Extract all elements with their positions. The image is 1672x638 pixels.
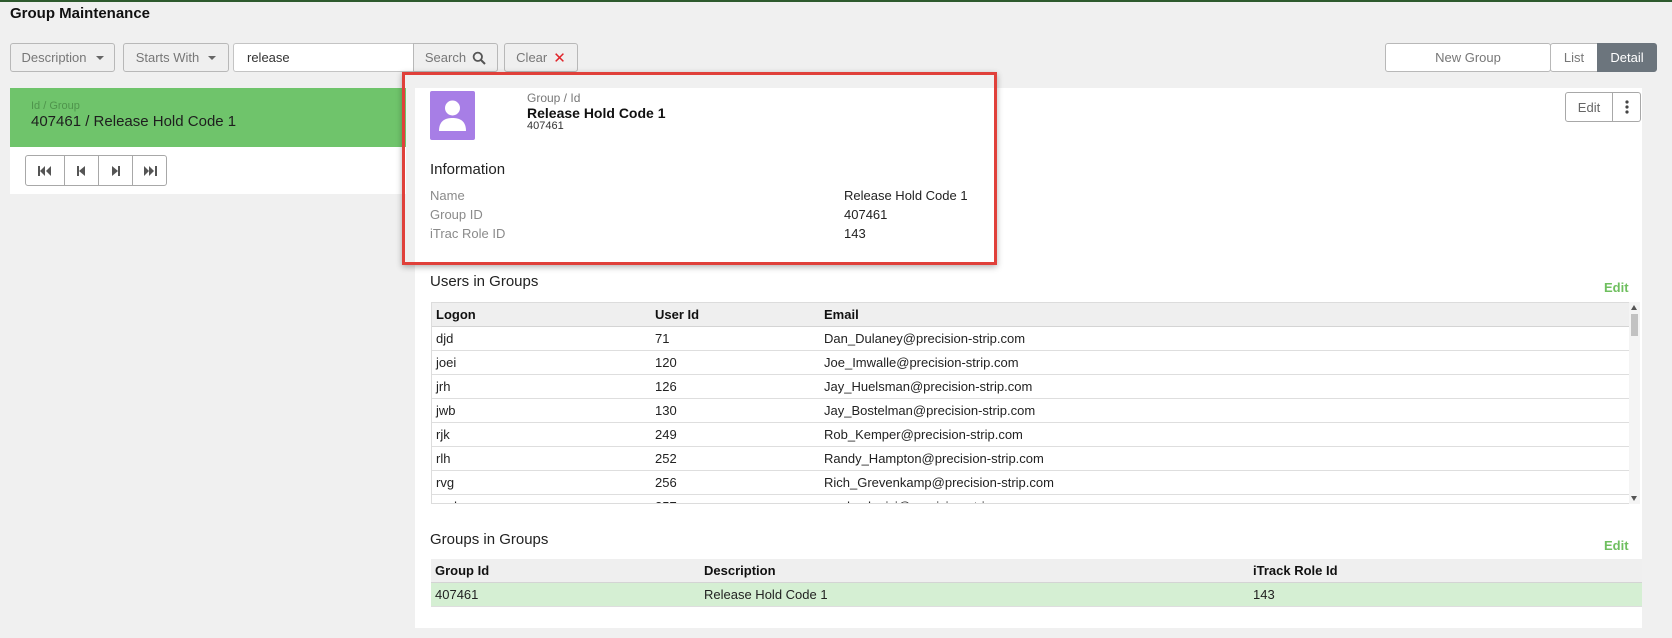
match-dropdown[interactable]: Starts With	[123, 43, 229, 72]
cell-logon: jwb	[436, 403, 456, 418]
previous-icon	[77, 165, 85, 176]
next-record-button[interactable]	[98, 155, 133, 186]
more-vertical-icon	[1624, 100, 1629, 114]
close-icon: ✕	[553, 49, 566, 67]
result-item-selected[interactable]: Id / Group 407461 / Release Hold Code 1	[10, 88, 406, 147]
cell-description: Release Hold Code 1	[704, 587, 828, 602]
previous-record-button[interactable]	[64, 155, 99, 186]
column-header-group-id: Group Id	[435, 563, 490, 578]
column-header-logon: Logon	[436, 307, 476, 322]
cell-user-id: 257	[651, 495, 820, 503]
page-title: Group Maintenance	[10, 5, 151, 22]
search-button-label: Search	[424, 50, 467, 65]
column-header-email: Email	[824, 307, 859, 322]
match-dropdown-label: Starts With	[135, 50, 200, 65]
users-table-scrollbar[interactable]	[1629, 302, 1640, 504]
next-icon	[112, 165, 120, 176]
cell-user-id: 256	[655, 475, 677, 490]
cell-group-id: 407461	[435, 587, 479, 602]
groups-table: Group Id Description iTrack Role Id 4074…	[431, 559, 1642, 607]
last-record-button[interactable]	[132, 155, 167, 186]
list-view-button[interactable]: List	[1550, 43, 1598, 72]
column-header-user-id: User Id	[655, 307, 700, 322]
cell-user-id: 126	[655, 379, 677, 394]
groups-in-groups-title: Groups in Groups	[430, 531, 549, 548]
cell-email: randy_donisi@precision-strip.com	[820, 495, 1629, 503]
edit-button-label: Edit	[1577, 99, 1601, 115]
chevron-down-icon	[208, 55, 217, 60]
table-row[interactable]: joei 120 Joe_Imwalle@precision-strip.com	[432, 351, 1629, 375]
scroll-up-icon[interactable]	[1631, 305, 1637, 310]
cell-email: Rob_Kemper@precision-strip.com	[824, 427, 1023, 442]
table-row[interactable]: 407461 Release Hold Code 1 143	[431, 583, 1642, 607]
field-dropdown-label: Description	[21, 50, 87, 65]
detail-view-button[interactable]: Detail	[1597, 43, 1657, 72]
cell-email: Jay_Huelsman@precision-strip.com	[824, 379, 1033, 394]
clear-button[interactable]: Clear ✕	[504, 43, 578, 72]
cell-itrack-role-id: 143	[1253, 587, 1275, 602]
table-row[interactable]: rlh 252 Randy_Hampton@precision-strip.co…	[432, 447, 1629, 471]
detail-actions: Edit	[1565, 92, 1641, 122]
field-dropdown[interactable]: Description	[10, 43, 115, 72]
record-navigation	[25, 155, 167, 186]
chevron-down-icon	[95, 55, 104, 60]
first-page-icon	[38, 165, 51, 176]
search-input[interactable]	[233, 43, 414, 72]
cell-email: Jay_Bostelman@precision-strip.com	[824, 403, 1036, 418]
cell-logon: rjk	[436, 427, 450, 442]
groups-edit-link[interactable]: Edit	[1604, 538, 1629, 553]
cell-user-id: 130	[655, 403, 677, 418]
table-row[interactable]: rwd 257 randy_donisi@precision-strip.com	[432, 495, 1629, 503]
column-header-itrack-role-id: iTrack Role Id	[1253, 563, 1338, 578]
scroll-thumb[interactable]	[1631, 314, 1638, 336]
cell-user-id: 249	[655, 427, 677, 442]
cell-logon: joei	[436, 355, 457, 370]
new-group-label: New Group	[1435, 50, 1501, 65]
table-row[interactable]: jrh 126 Jay_Huelsman@precision-strip.com	[432, 375, 1629, 399]
cell-user-id: 71	[655, 331, 670, 346]
users-table: Logon User Id Email djd 71 Dan_Dulaney@p…	[431, 302, 1630, 504]
cell-logon: rvg	[436, 475, 455, 490]
cell-logon: jrh	[436, 379, 451, 394]
scroll-down-icon[interactable]	[1631, 496, 1637, 501]
cell-logon: rwd	[432, 495, 651, 503]
table-row[interactable]: jwb 130 Jay_Bostelman@precision-strip.co…	[432, 399, 1629, 423]
detail-view-label: Detail	[1610, 50, 1644, 65]
top-accent-line	[0, 0, 1672, 2]
users-table-header: Logon User Id Email	[432, 303, 1629, 327]
table-row[interactable]: djd 71 Dan_Dulaney@precision-strip.com	[432, 327, 1629, 351]
cell-logon: rlh	[436, 451, 451, 466]
table-row[interactable]: rjk 249 Rob_Kemper@precision-strip.com	[432, 423, 1629, 447]
new-group-button[interactable]: New Group	[1385, 43, 1551, 72]
cell-logon: djd	[436, 331, 454, 346]
users-edit-link[interactable]: Edit	[1604, 280, 1629, 295]
cell-email: Randy_Hampton@precision-strip.com	[824, 451, 1044, 466]
cell-email: Rich_Grevenkamp@precision-strip.com	[824, 475, 1054, 490]
table-row[interactable]: rvg 256 Rich_Grevenkamp@precision-strip.…	[432, 471, 1629, 495]
cell-email: Joe_Imwalle@precision-strip.com	[824, 355, 1019, 370]
first-record-button[interactable]	[25, 155, 65, 186]
column-header-description: Description	[704, 563, 776, 578]
users-in-groups-title: Users in Groups	[430, 273, 539, 290]
search-icon	[472, 51, 486, 65]
groups-table-header: Group Id Description iTrack Role Id	[431, 559, 1642, 583]
search-button[interactable]: Search	[413, 43, 498, 72]
cell-user-id: 252	[655, 451, 677, 466]
cell-user-id: 120	[655, 355, 677, 370]
more-actions-button[interactable]	[1613, 92, 1641, 122]
result-item-value: 407461 / Release Hold Code 1	[31, 113, 237, 130]
edit-button[interactable]: Edit	[1565, 92, 1613, 122]
list-view-label: List	[1563, 50, 1585, 65]
results-list-panel: Id / Group 407461 / Release Hold Code 1	[10, 88, 406, 194]
highlight-annotation	[402, 72, 997, 265]
last-page-icon	[143, 165, 157, 176]
result-item-sublabel: Id / Group	[31, 100, 80, 112]
clear-button-label: Clear	[516, 50, 548, 65]
cell-email: Dan_Dulaney@precision-strip.com	[824, 331, 1026, 346]
